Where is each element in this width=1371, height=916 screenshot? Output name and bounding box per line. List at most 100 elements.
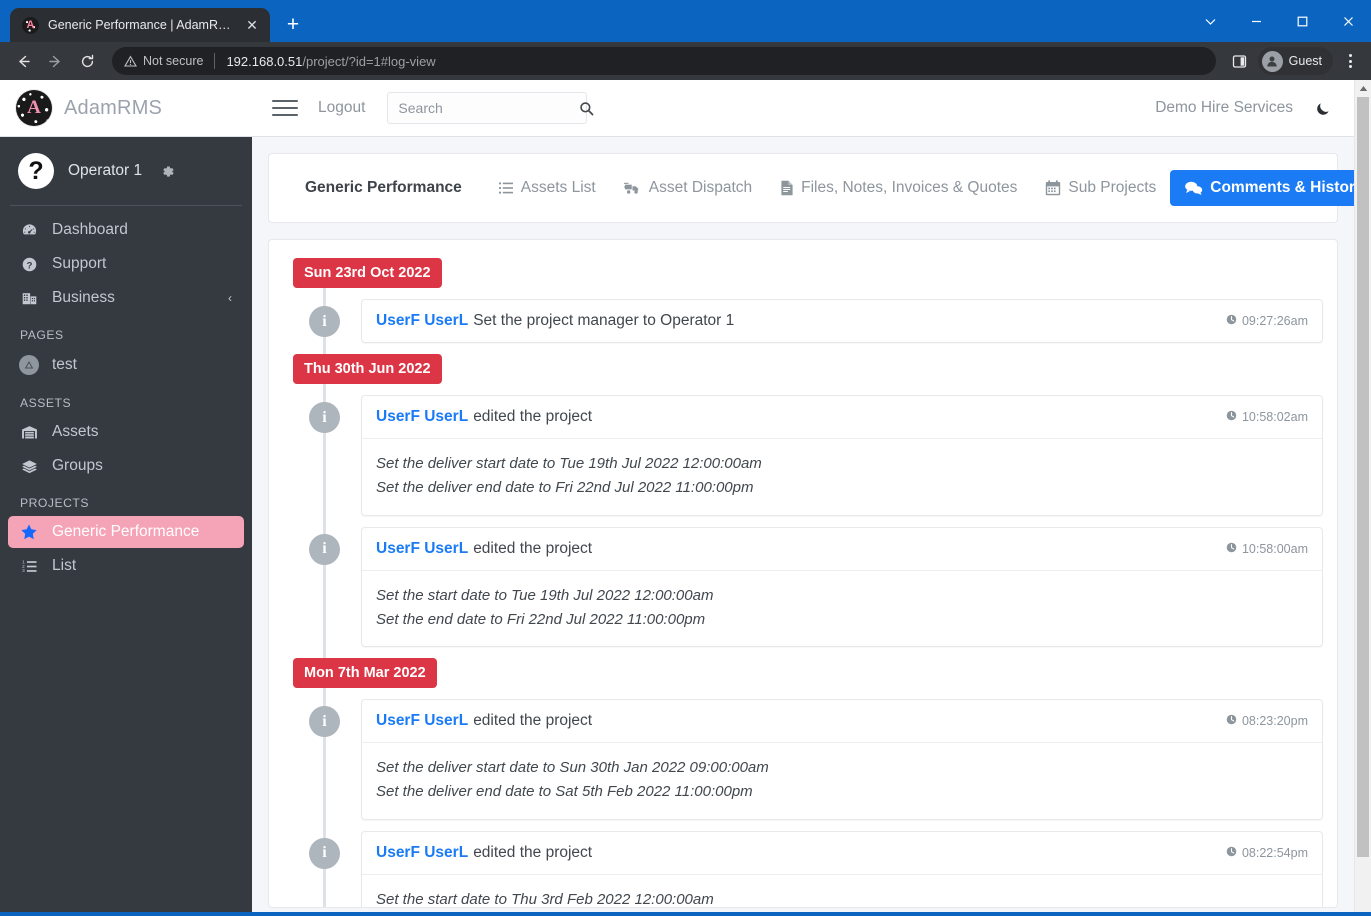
window-bottom-edge [0,912,1371,916]
timeline-entry-action: edited the project [473,539,593,557]
moon-icon[interactable] [1315,100,1332,117]
sidebar-section-header: PAGES [20,328,64,342]
sidebar-item-support[interactable]: ? Support [8,248,244,280]
sidebar-section-header: PROJECTS [20,496,90,510]
sidebar-item-label: Generic Performance [52,523,200,540]
timeline-entry-time: 09:27:26am [1226,314,1308,328]
close-tab-icon[interactable]: ✕ [243,16,261,34]
url-path: /project/?id=1#log-view [302,53,436,69]
timeline-entry-box: UserF UserL edited the project 08:22:54p… [361,830,1323,908]
layers-icon [18,458,40,475]
browser-menu-icon[interactable] [1337,47,1363,75]
tab-assets-list[interactable]: Assets List [484,170,610,206]
list-ul-icon [498,180,514,196]
timeline-entry-action: edited the project [473,408,593,425]
sidebar-section-header: ASSETS [20,396,72,410]
file-icon [780,180,794,196]
timeline-entry-time: 10:58:00am [1226,542,1308,556]
timeline-entry-action: edited the project [473,843,593,861]
search-icon[interactable] [579,101,594,116]
timeline-entry: i UserF UserL edited the project [287,526,1323,648]
timeline-entry-time-label: 08:22:54pm [1241,845,1308,860]
sidebar-item-label: List [52,557,77,574]
timeline-detail-line: Set the deliver end date to Sat 5th Feb … [376,783,753,801]
top-navbar: Logout Demo Hire Services [252,80,1354,137]
tab-label: Comments & History [1210,179,1354,196]
timeline-date-badge: Sun 23rd Oct 2022 [293,258,442,288]
window-controls [1187,0,1371,42]
new-tab-button[interactable]: + [278,10,308,40]
timeline-entry-user[interactable]: UserF UserL [376,712,468,730]
search-box[interactable] [387,92,594,124]
project-tab-bar: Generic Performance Assets List Asset Di… [268,153,1354,223]
timeline-entry-box: UserF UserL edited the project 08:23:20p… [361,699,1323,820]
timeline-entry-details: Set the start date to Thu 3rd Feb 2022 1… [362,873,1322,908]
toolbar-right-actions: Guest [1226,47,1363,75]
timeline-entry-user[interactable]: UserF UserL [376,540,468,558]
sidebar-item-label: Groups [52,457,103,474]
sidebar-item-assets[interactable]: Assets [8,416,244,448]
profile-label: Guest [1288,54,1322,68]
info-icon: i [309,706,340,738]
timeline-entry-time-label: 09:27:26am [1241,314,1308,328]
sidebar-user-name: Operator 1 [68,162,143,179]
tab-asset-dispatch[interactable]: Asset Dispatch [610,170,766,206]
brand-header[interactable]: A AdamRMS [0,80,252,137]
address-bar[interactable]: Not secure 192.168.0.51/project/?id=1#lo… [112,47,1216,75]
tab-files-notes-invoices-quotes[interactable]: Files, Notes, Invoices & Quotes [766,170,1031,206]
timeline-detail-line: Set the end date to Fri 22nd Jul 2022 11… [376,610,706,628]
hamburger-icon[interactable] [272,98,298,118]
minimize-window-icon[interactable] [1233,0,1279,42]
sidebar-item-label: Assets [52,423,99,440]
gear-icon[interactable] [160,164,175,179]
tab-comments-history[interactable]: Comments & History [1170,170,1354,206]
search-input[interactable] [398,100,580,116]
sidebar-item-groups[interactable]: Groups [8,450,244,482]
browser-tab[interactable]: A Generic Performance | AdamRMS ✕ [10,8,270,42]
sidebar-item-list[interactable]: 123 List [8,550,244,582]
sidebar-item-business[interactable]: Business ‹ [8,282,244,314]
timeline-entry-user[interactable]: UserF UserL [376,844,468,862]
timeline-entry-time: 10:58:02am [1226,410,1308,424]
back-arrow-icon[interactable] [8,46,38,76]
timeline-entry-box: UserF UserL Set the project manager to O… [361,299,1323,343]
profile-chip[interactable]: Guest [1257,47,1333,75]
timeline-entry: i UserF UserL edited the project [287,699,1323,820]
tab-sub-projects[interactable]: Sub Projects [1031,170,1170,206]
security-label: Not secure [143,54,204,68]
logout-link[interactable]: Logout [318,99,365,117]
clock-icon [1226,542,1237,556]
timeline-detail-line: Set the start date to Thu 3rd Feb 2022 1… [376,890,714,908]
svg-text:3: 3 [22,568,25,573]
timeline-entry: i UserF UserL edited the project [287,395,1323,516]
maximize-window-icon[interactable] [1279,0,1325,42]
security-status[interactable]: Not secure [124,54,203,68]
forward-arrow-icon[interactable] [40,46,70,76]
sidebar-item-generic-performance[interactable]: Generic Performance [8,516,244,548]
timeline-entry-user[interactable]: UserF UserL [376,312,468,330]
scrollbar-thumb[interactable] [1357,97,1369,857]
page-title: Generic Performance [305,179,462,196]
browser-titlebar: A Generic Performance | AdamRMS ✕ + [0,0,1371,42]
sidebar-item-test[interactable]: test [8,348,244,382]
user-avatar: ? [18,153,54,189]
reload-icon[interactable] [72,46,102,76]
clock-icon [1226,846,1237,860]
sidebar-item-label: Business [52,289,115,306]
timeline-entry-user[interactable]: UserF UserL [376,408,468,426]
close-window-icon[interactable] [1325,0,1371,42]
ordered-list-icon: 123 [18,558,40,575]
side-panel-icon[interactable] [1226,47,1254,75]
top-navbar-right: Demo Hire Services [1155,99,1332,117]
tab-label: Asset Dispatch [648,179,753,196]
organisation-name[interactable]: Demo Hire Services [1155,99,1293,117]
scroll-up-icon[interactable] [1355,80,1371,97]
timeline-entry-box: UserF UserL edited the project 10:58:02a… [361,395,1323,516]
chevron-down-icon[interactable] [1187,0,1233,42]
sidebar-item-dashboard[interactable]: Dashboard [8,214,244,246]
star-icon [18,523,40,541]
brand-name: AdamRMS [64,96,163,119]
sidebar-user-block: ? Operator 1 [0,137,252,205]
page-scrollbar[interactable] [1354,80,1371,912]
chevron-left-icon[interactable]: ‹ [228,291,232,305]
